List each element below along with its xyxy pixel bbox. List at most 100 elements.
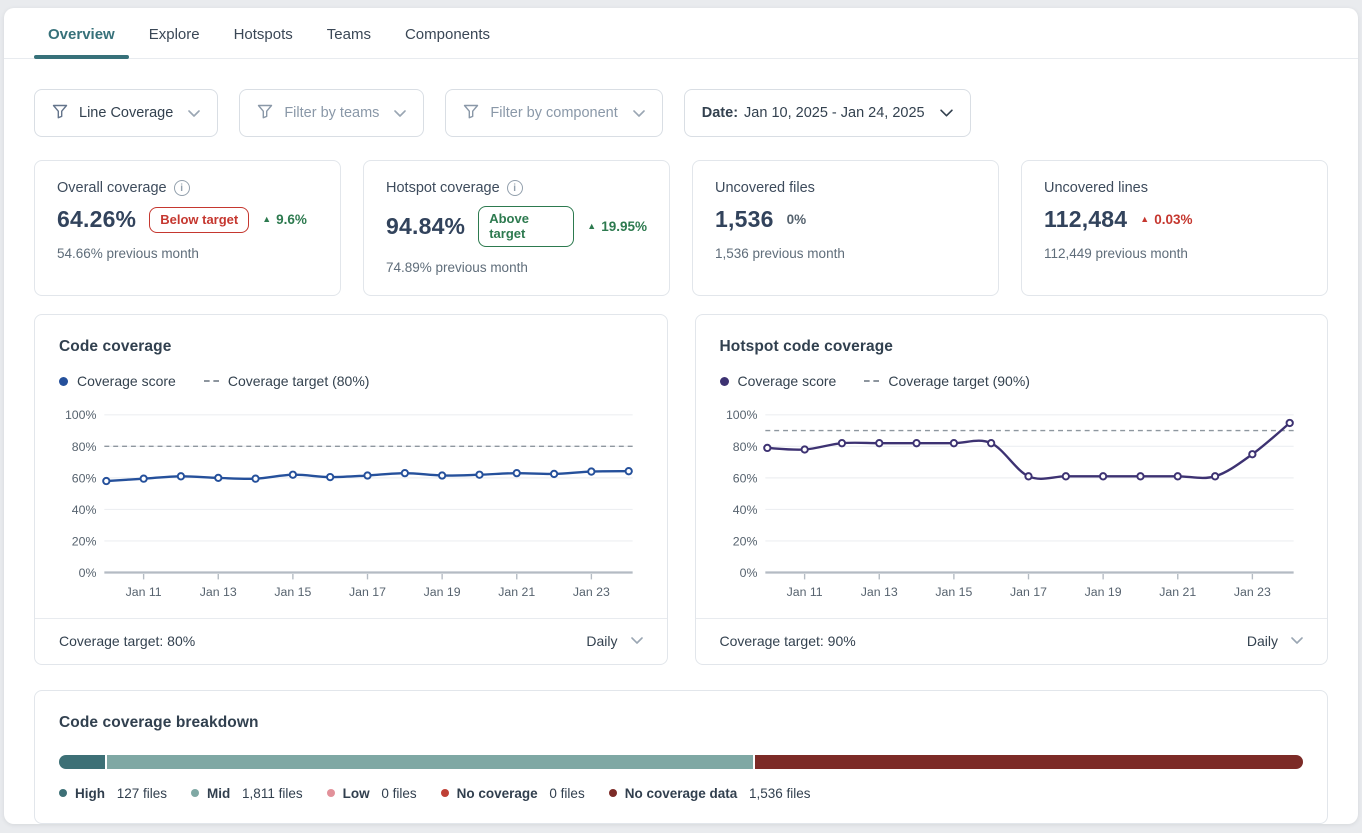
data-point[interactable] <box>1174 473 1180 479</box>
svg-text:Jan 11: Jan 11 <box>126 585 162 599</box>
data-point[interactable] <box>1062 473 1068 479</box>
data-point[interactable] <box>1286 420 1292 426</box>
svg-text:Jan 17: Jan 17 <box>1010 585 1047 599</box>
info-icon[interactable]: i <box>174 180 190 196</box>
date-label: Date: <box>702 105 738 121</box>
metric-filter-label: Line Coverage <box>79 105 173 121</box>
coverage-target-label: Coverage target: 80% <box>59 633 195 649</box>
legend-dot-icon <box>191 789 199 797</box>
hotspot-line-chart: 0%20%40%60%80%100%Jan 11Jan 13Jan 15Jan … <box>720 401 1304 608</box>
data-point[interactable] <box>514 470 520 476</box>
chevron-down-icon <box>940 109 953 117</box>
data-point[interactable] <box>252 476 258 482</box>
legend-category-label: No coverage data <box>625 786 738 801</box>
data-point[interactable] <box>402 470 408 476</box>
data-point[interactable] <box>439 472 445 478</box>
stat-label: Overall coverage i <box>57 180 318 196</box>
legend-count-label: 0 files <box>546 786 585 801</box>
legend-label: Coverage score <box>77 373 176 389</box>
tab-teams[interactable]: Teams <box>313 8 385 58</box>
svg-text:Jan 17: Jan 17 <box>349 585 386 599</box>
data-point[interactable] <box>876 440 882 446</box>
svg-text:Jan 23: Jan 23 <box>573 585 610 599</box>
teams-filter-dropdown[interactable]: Filter by teams <box>239 89 424 137</box>
tab-components[interactable]: Components <box>391 8 504 58</box>
svg-text:Jan 21: Jan 21 <box>498 585 535 599</box>
data-point[interactable] <box>764 445 770 451</box>
teams-filter-placeholder: Filter by teams <box>284 105 379 121</box>
data-point[interactable] <box>1137 473 1143 479</box>
legend-dash-icon <box>204 380 219 382</box>
coverage-line-chart: 0%20%40%60%80%100%Jan 11Jan 13Jan 15Jan … <box>59 401 643 608</box>
interval-dropdown[interactable]: Daily <box>586 633 642 649</box>
stat-footnote: 112,449 previous month <box>1044 246 1305 261</box>
status-badge: Above target <box>478 206 574 247</box>
info-icon[interactable]: i <box>507 180 523 196</box>
svg-text:20%: 20% <box>72 534 97 548</box>
data-point[interactable] <box>1249 451 1255 457</box>
interval-dropdown[interactable]: Daily <box>1247 633 1303 649</box>
tab-overview[interactable]: Overview <box>34 8 129 58</box>
data-point[interactable] <box>215 475 221 481</box>
svg-text:60%: 60% <box>72 471 97 485</box>
delta-value: 0% <box>787 212 807 227</box>
legend-category-label: No coverage <box>457 786 538 801</box>
tab-hotspots[interactable]: Hotspots <box>220 8 307 58</box>
stat-label: Uncovered files <box>715 180 976 196</box>
stat-footnote: 54.66% previous month <box>57 246 318 261</box>
data-point[interactable] <box>290 472 296 478</box>
data-point[interactable] <box>476 472 482 478</box>
data-point[interactable] <box>1211 473 1217 479</box>
data-point[interactable] <box>178 473 184 479</box>
data-point[interactable] <box>801 446 807 452</box>
data-point[interactable] <box>141 476 147 482</box>
data-point[interactable] <box>364 472 370 478</box>
legend-label: Coverage target (90%) <box>888 373 1030 389</box>
breakdown-legend-item: Low 0 files <box>327 786 417 801</box>
dashboard-page: Overview Explore Hotspots Teams Componen… <box>4 8 1358 824</box>
data-point[interactable] <box>1099 473 1105 479</box>
data-point[interactable] <box>626 468 632 474</box>
status-badge: Below target <box>149 207 249 233</box>
stat-footnote: 74.89% previous month <box>386 260 647 275</box>
svg-text:Jan 15: Jan 15 <box>274 585 311 599</box>
svg-text:100%: 100% <box>725 408 757 422</box>
svg-text:100%: 100% <box>65 408 97 422</box>
legend-dot-icon <box>609 789 617 797</box>
data-point[interactable] <box>987 440 993 446</box>
legend-count-label: 1,811 files <box>238 786 302 801</box>
stat-footnote: 1,536 previous month <box>715 246 976 261</box>
chevron-down-icon <box>188 110 200 117</box>
chart-legend: Coverage score Coverage target (80%) <box>59 373 643 389</box>
data-point[interactable] <box>588 468 594 474</box>
tab-explore[interactable]: Explore <box>135 8 214 58</box>
coverage-breakdown-card: Code coverage breakdown High 127 filesMi… <box>34 690 1328 824</box>
breakdown-bar <box>59 755 1303 769</box>
date-range-dropdown[interactable]: Date: Jan 10, 2025 - Jan 24, 2025 <box>684 89 971 137</box>
legend-dot-icon <box>327 789 335 797</box>
uncovered-files-card: Uncovered files 1,536 0% 1,536 previous … <box>692 160 999 296</box>
svg-text:0%: 0% <box>739 566 757 580</box>
svg-text:Jan 19: Jan 19 <box>1084 585 1121 599</box>
data-point[interactable] <box>913 440 919 446</box>
data-point[interactable] <box>838 440 844 446</box>
svg-text:Jan 23: Jan 23 <box>1233 585 1270 599</box>
metric-filter-dropdown[interactable]: Line Coverage <box>34 89 218 137</box>
breakdown-legend-item: High 127 files <box>59 786 167 801</box>
stat-label: Uncovered lines <box>1044 180 1305 196</box>
data-point[interactable] <box>950 440 956 446</box>
data-point[interactable] <box>551 471 557 477</box>
legend-dot-icon <box>441 789 449 797</box>
breakdown-segment-high <box>59 755 105 769</box>
breakdown-legend: High 127 filesMid 1,811 filesLow 0 files… <box>59 786 1303 801</box>
data-point[interactable] <box>327 474 333 480</box>
svg-text:Jan 15: Jan 15 <box>935 585 972 599</box>
data-point[interactable] <box>1025 473 1031 479</box>
data-point[interactable] <box>103 478 109 484</box>
coverage-target-label: Coverage target: 90% <box>720 633 856 649</box>
legend-count-label: 1,536 files <box>745 786 810 801</box>
chart-title: Code coverage <box>59 338 643 356</box>
component-filter-dropdown[interactable]: Filter by component <box>445 89 662 137</box>
breakdown-segment-no-coverage-data <box>755 755 1303 769</box>
stat-label: Hotspot coverage i <box>386 180 647 196</box>
